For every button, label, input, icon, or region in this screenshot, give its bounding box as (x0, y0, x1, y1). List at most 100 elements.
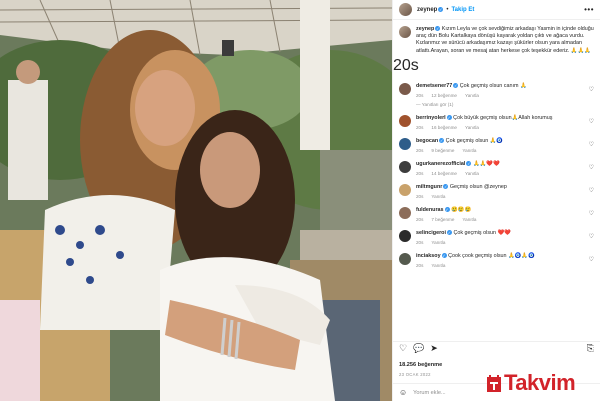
share-icon[interactable]: ➤ (430, 343, 438, 354)
comment-meta: 20s Yanıtla (416, 194, 576, 199)
comment-time: 20s (416, 92, 424, 98)
verified-badge-icon: ✓ (444, 206, 450, 212)
commenter-username[interactable]: begocan (416, 138, 438, 144)
comment-meta: 20s Yanıtla (416, 240, 576, 245)
view-replies-link[interactable]: — Yanıtları gör (1) (416, 102, 576, 107)
emoji-icon[interactable]: ☺ (399, 388, 407, 397)
comments-list: demetsener77 ✓ Çok geçmiş olsun canım 🙏 20… (393, 82, 600, 268)
post-photo[interactable] (0, 0, 392, 401)
comment-body: inciaksoy ✓ Çook çook geçmiş olsun 🙏🧿🙏🧿 20… (416, 253, 576, 268)
comment-like-heart-icon[interactable]: ♡ (589, 233, 594, 240)
commenter-avatar[interactable] (399, 82, 411, 95)
verified-badge-icon: ✓ (441, 252, 447, 258)
commenter-avatar[interactable] (399, 183, 411, 196)
add-comment-input[interactable]: Yorum ekle... (413, 390, 445, 396)
comment-time: 20s (416, 262, 424, 268)
reply-button[interactable]: Yanıtla (465, 171, 479, 176)
comment-time: 20s (416, 170, 424, 176)
post-header: zeynep ✓ • Takip Et ••• (393, 0, 600, 20)
comments-feed[interactable]: zeynep ✓ Kızım Leyla ve çok sevdiğimiz ar… (393, 20, 600, 338)
caption-username[interactable]: zeynep (416, 26, 434, 32)
comment-likes[interactable]: 16 beğenme (431, 125, 457, 130)
follow-button[interactable]: Takip Et (451, 7, 474, 13)
reply-button[interactable]: Yanıtla (431, 240, 445, 245)
verified-badge-icon: ✓ (438, 7, 444, 12)
commenter-username[interactable]: fuldenuras (416, 207, 444, 213)
comment-likes[interactable]: 7 beğenme (431, 217, 454, 222)
comment-text: Çook çook geçmiş olsun 🙏🧿🙏🧿 (448, 252, 535, 259)
verified-badge-icon: ✓ (466, 160, 472, 166)
comment-like-heart-icon[interactable]: ♡ (589, 210, 594, 217)
commenter-avatar[interactable] (399, 114, 411, 127)
comment-like-heart-icon[interactable]: ♡ (589, 187, 594, 194)
commenter-avatar[interactable] (399, 137, 411, 150)
reply-button[interactable]: Yanıtla (462, 217, 476, 222)
comment-row: begocan ✓ Çok geçmiş olsun 🙏🧿 20s 9 beğenme… (393, 137, 600, 153)
commenter-username[interactable]: miltmgunr (416, 184, 442, 190)
comment-line: inciaksoy ✓ Çook çook geçmiş olsun 🙏🧿🙏🧿 (416, 253, 576, 260)
comment-body: miltmgunr ✓ Geçmiş olsun @zeynep 20s Yanıtl… (416, 184, 576, 199)
verified-badge-icon: ✓ (453, 82, 459, 88)
post-photo-image (0, 0, 392, 401)
commenter-username[interactable]: inciaksoy (416, 253, 441, 259)
comment-likes[interactable]: 9 beğenme (431, 148, 454, 153)
comment-row: demetsener77 ✓ Çok geçmiş olsun canım 🙏 20… (393, 82, 600, 107)
comment-meta: 20s 16 beğenme Yanıtla (416, 125, 576, 130)
comment-row: fuldenuras ✓ 😢😢😢 20s 7 beğenme Yanıtla ♡ (393, 206, 600, 222)
commenter-username[interactable]: demetsener77 (416, 83, 452, 89)
comment-text: Çok geçmiş olsun ❤️❤️ (453, 229, 511, 236)
comment-body: ugurkanerezofficial ✓ 🙏🙏❤️❤️ 20s 14 beğenme… (416, 161, 576, 176)
reply-button[interactable]: Yanıtla (462, 148, 476, 153)
comment-text: Çok büyük geçmiş olsun🙏Allah korumuş (453, 114, 553, 121)
like-heart-icon[interactable]: ♡ (399, 343, 407, 354)
comment-meta: 20s 9 beğenme Yanıtla (416, 148, 576, 153)
takvim-logo-icon (487, 374, 501, 392)
save-bookmark-icon[interactable]: ⎘ (587, 343, 594, 354)
comment-row: miltmgunr ✓ Geçmiş olsun @zeynep 20s Yanıtl… (393, 183, 600, 199)
comment-line: ugurkanerezofficial ✓ 🙏🙏❤️❤️ (416, 161, 576, 168)
takvim-brand-text: Takvim (504, 370, 576, 395)
reply-button[interactable]: Yanıtla (465, 93, 479, 98)
comment-likes[interactable]: 12 beğenme (431, 93, 457, 98)
comment-like-heart-icon[interactable]: ♡ (589, 256, 594, 263)
commenter-avatar[interactable] (399, 206, 411, 219)
more-options-icon[interactable]: ••• (584, 5, 594, 14)
caption-time: 20s (393, 56, 419, 74)
author-avatar[interactable] (399, 3, 412, 16)
post-panel: zeynep ✓ • Takip Et ••• zeynep ✓ Kızım Le… (392, 0, 600, 401)
verified-badge-icon: ✓ (439, 137, 445, 143)
comment-time: 20s (416, 147, 424, 153)
comment-meta: 20s Yanıtla (416, 263, 576, 268)
commenter-avatar[interactable] (399, 252, 411, 265)
comment-text: Geçmiş olsun @zeynep (449, 183, 507, 190)
comment-text: 😢😢😢 (451, 206, 472, 213)
post-date: 23 OCAK 2022 (399, 372, 431, 377)
reply-button[interactable]: Yanıtla (431, 194, 445, 199)
comment-row: berrinyolerl ✓ Çok büyük geçmiş olsun🙏All… (393, 114, 600, 130)
caption-text: zeynep ✓ Kızım Leyla ve çok sevdiğimiz ar… (416, 26, 594, 55)
comment-row: ugurkanerezofficial ✓ 🙏🙏❤️❤️ 20s 14 beğenme… (393, 160, 600, 176)
comment-like-heart-icon[interactable]: ♡ (589, 164, 594, 171)
comment-icon[interactable]: 💬 (413, 343, 424, 354)
commenter-username[interactable]: berrinyolerl (416, 115, 446, 121)
comment-text: 🙏🙏❤️❤️ (472, 160, 500, 167)
author-username[interactable]: zeynep (417, 7, 437, 13)
likes-count[interactable]: 18.256 beğenme (399, 362, 442, 368)
comment-line: berrinyolerl ✓ Çok büyük geçmiş olsun🙏All… (416, 115, 576, 122)
commenter-avatar[interactable] (399, 229, 411, 242)
commenter-username[interactable]: ugurkanerezofficial (416, 161, 465, 167)
commenter-username[interactable]: selincigeroi (416, 230, 446, 236)
reply-button[interactable]: Yanıtla (465, 125, 479, 130)
comment-time: 20s (416, 239, 424, 245)
reply-button[interactable]: Yanıtla (431, 263, 445, 268)
comment-body: begocan ✓ Çok geçmiş olsun 🙏🧿 20s 9 beğenme… (416, 138, 576, 153)
comment-line: miltmgunr ✓ Geçmiş olsun @zeynep (416, 184, 576, 191)
comment-body: demetsener77 ✓ Çok geçmiş olsun canım 🙏 20… (416, 83, 576, 107)
comment-like-heart-icon[interactable]: ♡ (589, 86, 594, 93)
caption-avatar[interactable] (399, 26, 411, 38)
comment-like-heart-icon[interactable]: ♡ (589, 141, 594, 148)
commenter-avatar[interactable] (399, 160, 411, 173)
comment-line: demetsener77 ✓ Çok geçmiş olsun canım 🙏 (416, 83, 576, 90)
comment-like-heart-icon[interactable]: ♡ (589, 118, 594, 125)
comment-likes[interactable]: 14 beğenme (431, 171, 457, 176)
